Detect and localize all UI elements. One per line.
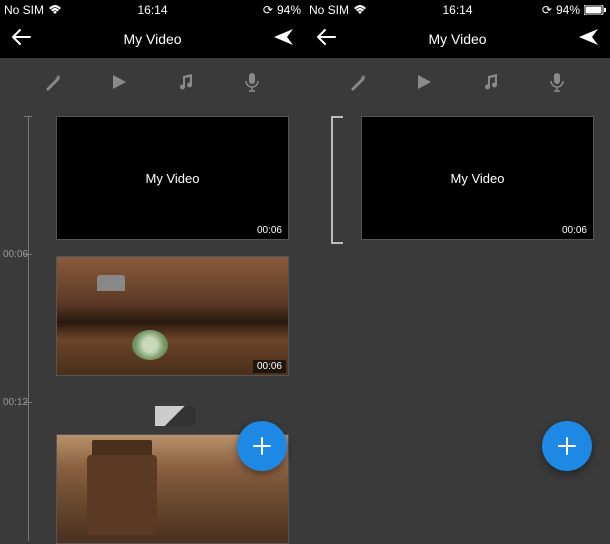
add-button[interactable] (542, 421, 592, 471)
play-button[interactable] (99, 62, 139, 102)
nav-title: My Video (428, 31, 486, 47)
left-pane: No SIM 16:14 ⟳ 94% My Video (0, 0, 305, 541)
rotation-lock-icon: ⟳ (263, 3, 273, 17)
timeline[interactable]: 00:06 00:12 My Video 00:06 00:06 (0, 106, 305, 541)
time-label: 00:12 (3, 397, 28, 408)
magic-wand-button[interactable] (33, 62, 73, 102)
battery-percent: 94% (556, 3, 580, 17)
status-time: 16:14 (442, 3, 472, 17)
back-button[interactable] (10, 28, 32, 51)
title-clip-text: My Video (451, 171, 505, 186)
title-clip[interactable]: My Video 00:06 (56, 116, 289, 240)
status-time: 16:14 (137, 3, 167, 17)
clip-thumbnail (87, 455, 157, 535)
toolbar (0, 58, 305, 106)
clip-duration: 00:06 (253, 360, 286, 373)
battery-percent: 94% (277, 3, 301, 17)
wifi-icon (353, 5, 367, 15)
video-clip[interactable]: 00:06 (56, 256, 289, 376)
timeline-ruler (28, 116, 29, 541)
add-button[interactable] (237, 421, 287, 471)
nav-title: My Video (123, 31, 181, 47)
mic-button[interactable] (232, 62, 272, 102)
time-label: 00:06 (3, 249, 28, 260)
transition-icon[interactable] (155, 406, 195, 426)
status-bar: No SIM 16:14 ⟳ 94% (0, 0, 305, 20)
nav-bar: My Video (0, 20, 305, 58)
nav-bar: My Video (305, 20, 610, 58)
mic-button[interactable] (537, 62, 577, 102)
carrier-label: No SIM (309, 3, 349, 17)
status-bar: No SIM 16:14 ⟳ 94% (305, 0, 610, 20)
battery-icon (584, 5, 606, 15)
rotation-lock-icon: ⟳ (542, 3, 552, 17)
magic-wand-button[interactable] (338, 62, 378, 102)
trim-handle[interactable] (331, 116, 341, 244)
play-button[interactable] (404, 62, 444, 102)
title-clip-text: My Video (146, 171, 200, 186)
send-button[interactable] (578, 28, 600, 51)
send-button[interactable] (273, 28, 295, 51)
music-button[interactable] (166, 62, 206, 102)
wifi-icon (48, 5, 62, 15)
carrier-label: No SIM (4, 3, 44, 17)
clip-duration: 00:06 (253, 224, 286, 237)
ruler-tick (24, 116, 32, 117)
title-clip[interactable]: My Video 00:06 (361, 116, 594, 240)
timeline[interactable]: My Video 00:06 (305, 106, 610, 541)
music-button[interactable] (471, 62, 511, 102)
toolbar (305, 58, 610, 106)
clip-duration: 00:06 (558, 224, 591, 237)
right-pane: No SIM 16:14 ⟳ 94% My Video (305, 0, 610, 541)
back-button[interactable] (315, 28, 337, 51)
